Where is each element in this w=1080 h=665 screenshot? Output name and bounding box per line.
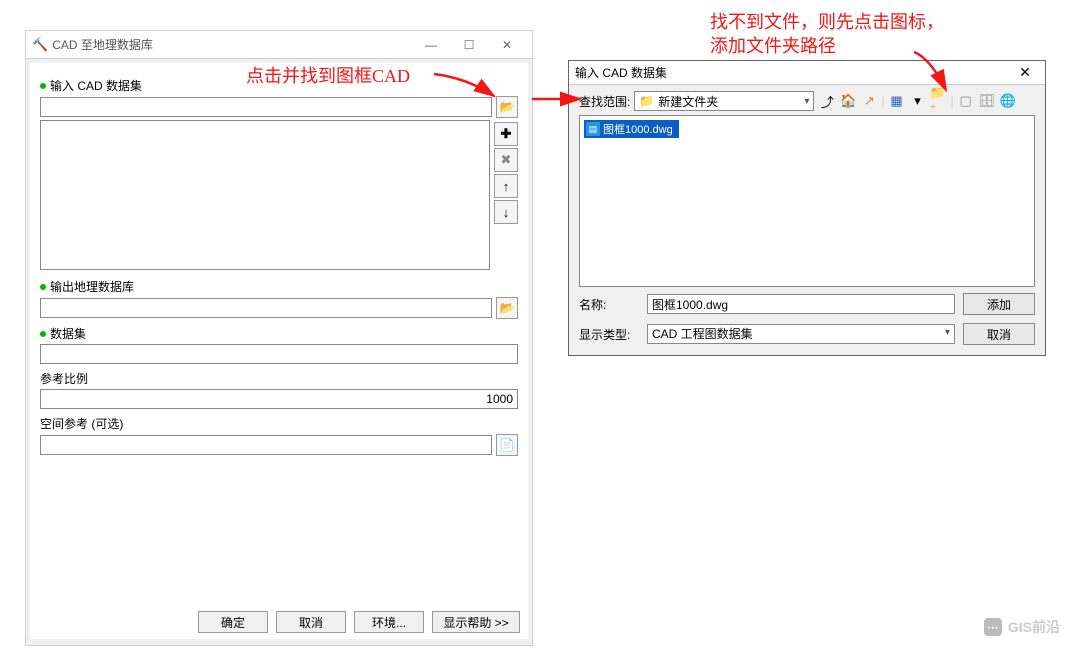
- look-in-label: 查找范围:: [579, 93, 630, 110]
- gdb-icon[interactable]: 🗄: [978, 92, 996, 110]
- browse-spatial-ref-icon[interactable]: 📄: [496, 434, 518, 456]
- menu-icon[interactable]: ▾: [908, 92, 926, 110]
- close-button[interactable]: ✕: [1011, 64, 1039, 81]
- close-button[interactable]: ✕: [488, 33, 526, 57]
- add-button[interactable]: 添加: [963, 293, 1035, 315]
- titlebar: 输入 CAD 数据集 ✕: [569, 61, 1045, 85]
- input-cad-field[interactable]: [40, 97, 492, 117]
- type-combo[interactable]: CAD 工程图数据集: [647, 324, 955, 344]
- output-gdb-field[interactable]: [40, 298, 492, 318]
- goto-icon[interactable]: ↗: [860, 92, 878, 110]
- spatial-ref-field[interactable]: [40, 435, 492, 455]
- up-folder-icon[interactable]: ⤴: [818, 92, 836, 110]
- move-up-icon[interactable]: ↑: [494, 174, 518, 198]
- cad-to-geodatabase-dialog: 🔨 CAD 至地理数据库 — ☐ ✕ 输入 CAD 数据集 📂 ✚ ✖ ↑ ↓ …: [25, 30, 533, 646]
- annotation-2a: 找不到文件，则先点击图标，: [710, 8, 944, 34]
- scale-field[interactable]: [40, 389, 518, 409]
- list-item[interactable]: ▤ 图框1000.dwg: [584, 120, 679, 138]
- watermark: ⋯ GIS前沿: [984, 617, 1060, 637]
- annotation-1: 点击并找到图框CAD: [246, 62, 410, 88]
- look-in-combo[interactable]: 📁 新建文件夹: [634, 91, 814, 111]
- cancel-button[interactable]: 取消: [276, 611, 346, 633]
- cancel-button[interactable]: 取消: [963, 323, 1035, 345]
- scale-label: 参考比例: [40, 370, 518, 387]
- dialog-title: 输入 CAD 数据集: [575, 64, 1011, 81]
- dwg-file-icon: ▤: [586, 122, 600, 136]
- add-connection-icon[interactable]: 📁⁺: [929, 92, 947, 110]
- output-gdb-label: 输出地理数据库: [40, 278, 518, 295]
- new-folder-icon[interactable]: ▢: [957, 92, 975, 110]
- move-down-icon[interactable]: ↓: [494, 200, 518, 224]
- remove-icon[interactable]: ✖: [494, 148, 518, 172]
- cad-dataset-list[interactable]: [40, 120, 490, 270]
- list-view-icon[interactable]: ▦: [887, 92, 905, 110]
- environments-button[interactable]: 环境...: [354, 611, 424, 633]
- browse-folder-icon[interactable]: 📂: [496, 297, 518, 319]
- annotation-2b: 添加文件夹路径: [710, 32, 836, 58]
- server-icon[interactable]: 🌐: [999, 92, 1017, 110]
- file-list[interactable]: ▤ 图框1000.dwg: [579, 115, 1035, 287]
- minimize-button[interactable]: —: [412, 33, 450, 57]
- type-label: 显示类型:: [579, 326, 639, 343]
- maximize-button[interactable]: ☐: [450, 33, 488, 57]
- folder-icon: 📁: [639, 94, 654, 108]
- dialog-title: CAD 至地理数据库: [52, 36, 412, 53]
- wechat-icon: ⋯: [984, 618, 1002, 636]
- spatial-ref-label: 空间参考 (可选): [40, 415, 518, 432]
- browse-folder-icon[interactable]: 📂: [496, 96, 518, 118]
- hammer-icon: 🔨: [32, 37, 48, 53]
- add-icon[interactable]: ✚: [494, 122, 518, 146]
- titlebar: 🔨 CAD 至地理数据库 — ☐ ✕: [26, 31, 532, 59]
- dataset-label: 数据集: [40, 325, 518, 342]
- show-help-button[interactable]: 显示帮助 >>: [432, 611, 520, 633]
- ok-button[interactable]: 确定: [198, 611, 268, 633]
- name-label: 名称:: [579, 296, 639, 313]
- home-icon[interactable]: 🏠: [839, 92, 857, 110]
- name-field[interactable]: [647, 294, 955, 314]
- dataset-field[interactable]: [40, 344, 518, 364]
- input-cad-dataset-dialog: 输入 CAD 数据集 ✕ 查找范围: 📁 新建文件夹 ⤴ 🏠 ↗ | ▦ ▾ 📁…: [568, 60, 1046, 356]
